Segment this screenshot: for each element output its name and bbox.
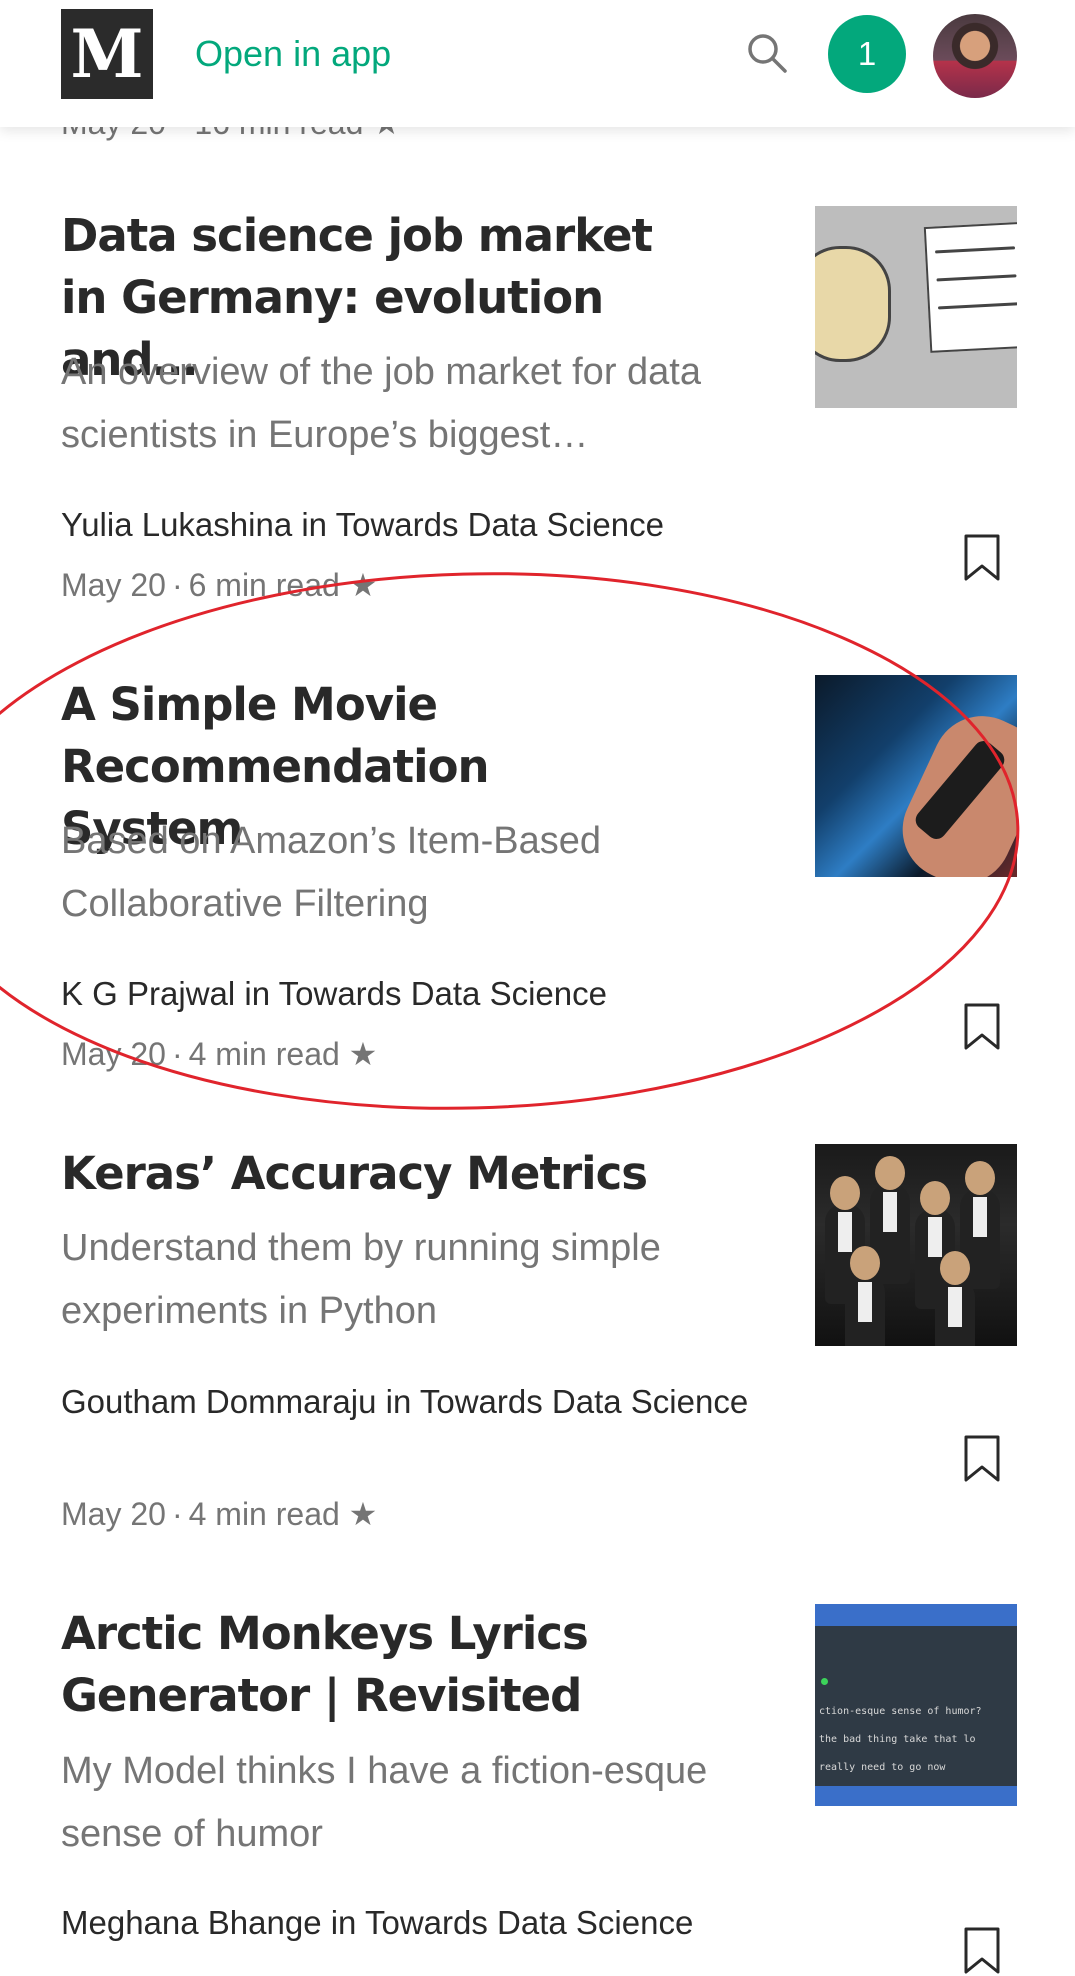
avatar[interactable] xyxy=(933,14,1017,98)
article-meta: May 20 · 4 min read ★ xyxy=(61,1036,378,1072)
article-date: May 20 xyxy=(61,1496,166,1532)
tv-remote-image[interactable] xyxy=(815,675,1017,877)
star-icon: ★ xyxy=(348,1036,378,1072)
article-meta: May 20 · 6 min read ★ xyxy=(61,567,378,603)
article-author[interactable]: Meghana Bhange in Towards Data Science xyxy=(61,1897,761,1949)
thumb-code-line: really need to go now xyxy=(819,1762,946,1773)
bookmark-icon[interactable] xyxy=(962,1926,1002,1976)
article-author[interactable]: K G Prajwal in Towards Data Science xyxy=(61,968,761,1020)
article-date: May 20 xyxy=(61,1036,166,1072)
article-subtitle[interactable]: An overview of the job market for data s… xyxy=(61,341,751,467)
article-read-time: 4 min read xyxy=(188,1036,340,1072)
article-read-time: 6 min read xyxy=(188,567,340,603)
article-title[interactable]: Arctic Monkeys Lyrics Generator | Revisi… xyxy=(61,1603,681,1727)
search-icon[interactable] xyxy=(744,30,790,76)
open-in-app-link[interactable]: Open in app xyxy=(195,32,391,76)
star-icon: ★ xyxy=(348,1496,378,1532)
cartoon-data-list-image[interactable] xyxy=(815,206,1017,408)
article-meta: May 20 · 4 min read ★ xyxy=(61,1496,378,1532)
notification-count: 1 xyxy=(857,35,877,72)
thumb-code-line: the bad thing take that lo xyxy=(819,1734,976,1745)
bookmark-icon[interactable] xyxy=(962,1002,1002,1052)
article-title[interactable]: Keras’ Accuracy Metrics xyxy=(61,1143,681,1205)
thumb-code-line: ction-esque sense of humor? xyxy=(819,1706,982,1717)
figurines-image[interactable] xyxy=(815,1144,1017,1346)
article-date: May 20 xyxy=(61,567,166,603)
top-header: M Open in app 1 xyxy=(0,0,1075,127)
article-subtitle[interactable]: Based on Amazon’s Item-Based Collaborati… xyxy=(61,810,751,936)
article-read-time: 4 min read xyxy=(188,1496,340,1532)
bookmark-icon[interactable] xyxy=(962,533,1002,583)
notification-badge[interactable]: 1 xyxy=(828,15,906,93)
star-icon: ★ xyxy=(348,567,378,603)
medium-logo[interactable]: M xyxy=(61,9,153,99)
article-subtitle[interactable]: Understand them by running simple experi… xyxy=(61,1217,751,1343)
bookmark-icon[interactable] xyxy=(962,1434,1002,1484)
article-subtitle[interactable]: My Model thinks I have a fiction-esque s… xyxy=(61,1740,751,1866)
article-author[interactable]: Yulia Lukashina in Towards Data Science xyxy=(61,499,761,551)
article-author[interactable]: Goutham Dommaraju in Towards Data Scienc… xyxy=(61,1376,761,1428)
terminal-screenshot-image[interactable]: ction-esque sense of humor? the bad thin… xyxy=(815,1604,1017,1806)
